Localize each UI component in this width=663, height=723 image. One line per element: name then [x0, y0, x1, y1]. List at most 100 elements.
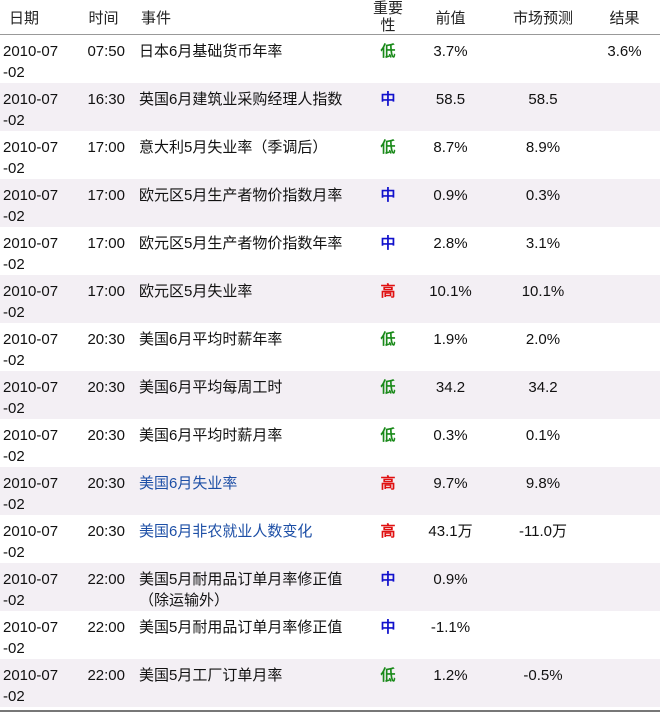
- cell-importance-text: 低: [380, 667, 396, 684]
- cell-time: 22:00: [76, 659, 131, 707]
- cell-event-text: 英国6月建筑业采购经理人指数: [139, 91, 343, 108]
- cell-importance-text: 中: [380, 619, 396, 636]
- cell-event-text: 日本6月基础货币年率: [139, 43, 283, 60]
- cell-importance-text: 低: [380, 139, 396, 156]
- table-row: 2010-07-02 22:00 美国5月耐用品订单月率修正值（除运输外） 中 0.9%: [0, 563, 660, 611]
- cell-time: 20:30: [76, 371, 131, 419]
- cell-date: 2010-07-02: [0, 371, 76, 419]
- cell-result: [589, 179, 660, 227]
- cell-result-text: [589, 83, 660, 89]
- cell-previous: 1.2%: [404, 659, 497, 707]
- cell-forecast-text: 58.5: [528, 91, 558, 108]
- cell-date-text: 2010-07-02: [3, 475, 59, 513]
- cell-date-text: 2010-07-02: [3, 235, 59, 273]
- table-row: 2010-07-02 17:00 意大利5月失业率（季调后） 低 8.7% 8.9%: [0, 131, 660, 179]
- cell-event: 意大利5月失业率（季调后）: [131, 131, 372, 179]
- cell-previous: 9.7%: [404, 467, 497, 515]
- cell-previous: 1.9%: [404, 323, 497, 371]
- cell-result-text: [589, 227, 660, 233]
- cell-date-text: 2010-07-02: [3, 667, 59, 705]
- cell-date: 2010-07-02: [0, 515, 76, 563]
- cell-forecast-text: [497, 563, 589, 569]
- cell-previous-text: 0.9%: [433, 571, 468, 588]
- cell-importance: 低: [372, 323, 404, 371]
- table-row: 2010-07-02 20:30 美国6月失业率高 9.7% 9.8%: [0, 467, 660, 515]
- table-row: 2010-07-02 07:50 日本6月基础货币年率 低 3.7% 3.6%: [0, 35, 660, 84]
- cell-date: 2010-07-02: [0, 179, 76, 227]
- cell-importance: 中: [372, 563, 404, 611]
- economic-calendar-table: 日期 时间 事件 重要性 前值 市场预测 结果 2010-07-02 07:50 日…: [0, 0, 660, 712]
- cell-previous-text: 3.7%: [433, 43, 468, 60]
- cell-event[interactable]: 美国6月非农就业人数变化: [131, 515, 372, 563]
- cell-time-text: 17:00: [87, 187, 125, 204]
- cell-importance-text: 中: [380, 91, 396, 108]
- cell-event: 日本6月基础货币年率: [131, 35, 372, 84]
- header-importance: 重要性: [372, 0, 404, 35]
- cell-previous: 58.5: [404, 83, 497, 131]
- cell-date-text: 2010-07-02: [3, 571, 59, 609]
- cell-time-text: 17:00: [87, 139, 125, 156]
- cell-importance: 中: [372, 227, 404, 275]
- table-row: 2010-07-02 20:30 美国6月平均时薪年率 低 1.9% 2.0%: [0, 323, 660, 371]
- table-body: 2010-07-02 07:50 日本6月基础货币年率低 3.7% 3.6% 2010-0…: [0, 35, 660, 707]
- cell-time: 07:50: [76, 35, 131, 84]
- cell-previous-text: 43.1万: [428, 523, 473, 540]
- cell-previous-text: 10.1%: [429, 283, 472, 300]
- table-row: 2010-07-02 20:30 美国6月非农就业人数变化高 43.1万 -11.0万: [0, 515, 660, 563]
- cell-forecast-text: 34.2: [528, 379, 558, 396]
- cell-importance: 中: [372, 179, 404, 227]
- cell-event-text: 美国5月耐用品订单月率修正值（除运输外）: [139, 571, 343, 609]
- cell-date: 2010-07-02: [0, 467, 76, 515]
- cell-forecast: -0.5%: [497, 659, 589, 707]
- cell-forecast: 9.8%: [497, 467, 589, 515]
- cell-date-text: 2010-07-02: [3, 379, 59, 417]
- cell-previous: 0.3%: [404, 419, 497, 467]
- cell-event-text: 美国5月耐用品订单月率修正值: [139, 619, 343, 636]
- table-row: 2010-07-02 16:30 英国6月建筑业采购经理人指数 中 58.5 58.5: [0, 83, 660, 131]
- cell-importance: 中: [372, 83, 404, 131]
- cell-event[interactable]: 美国6月失业率: [131, 467, 372, 515]
- cell-result: [589, 371, 660, 419]
- cell-event-text: 欧元区5月失业率: [139, 283, 253, 300]
- cell-forecast: 10.1%: [497, 275, 589, 323]
- cell-time-text: 20:30: [87, 331, 125, 348]
- cell-importance-text: 中: [380, 187, 396, 204]
- cell-importance: 高: [372, 515, 404, 563]
- cell-result-text: [589, 131, 660, 137]
- cell-result: [589, 275, 660, 323]
- cell-event-text: 美国6月平均时薪年率: [139, 331, 283, 348]
- cell-importance: 低: [372, 419, 404, 467]
- cell-previous: 8.7%: [404, 131, 497, 179]
- cell-forecast-text: -11.0万: [518, 523, 568, 540]
- cell-time-text: 16:30: [87, 91, 125, 108]
- cell-event-text: 欧元区5月生产者物价指数月率: [139, 187, 343, 204]
- cell-event-text: 欧元区5月生产者物价指数年率: [139, 235, 343, 252]
- cell-forecast: -11.0万: [497, 515, 589, 563]
- cell-time: 17:00: [76, 179, 131, 227]
- cell-forecast: [497, 35, 589, 84]
- cell-result: 3.6%: [589, 35, 660, 84]
- cell-result: [589, 227, 660, 275]
- table-row: 2010-07-02 17:00 欧元区5月生产者物价指数年率 中 2.8% 3.1%: [0, 227, 660, 275]
- cell-date: 2010-07-02: [0, 659, 76, 707]
- cell-result-text: [589, 659, 660, 665]
- cell-importance-text: 低: [380, 379, 396, 396]
- cell-event: 美国5月耐用品订单月率修正值（除运输外）: [131, 563, 372, 611]
- table-header-row: 日期 时间 事件 重要性 前值 市场预测 结果: [0, 0, 660, 35]
- cell-result: [589, 419, 660, 467]
- cell-event-text[interactable]: 美国6月失业率: [131, 467, 372, 494]
- cell-time: 20:30: [76, 515, 131, 563]
- cell-forecast-text: 2.0%: [525, 331, 561, 348]
- cell-previous-text: -1.1%: [430, 619, 471, 636]
- cell-result-text: [589, 467, 660, 473]
- table-row: 2010-07-02 22:00 美国5月工厂订单月率 低 1.2% -0.5%: [0, 659, 660, 707]
- cell-importance-text: 低: [380, 43, 396, 60]
- cell-result-text: [589, 419, 660, 425]
- cell-forecast: 3.1%: [497, 227, 589, 275]
- cell-event-text[interactable]: 美国6月非农就业人数变化: [131, 515, 372, 542]
- cell-forecast-text: [497, 35, 589, 41]
- cell-event: 美国6月平均时薪年率: [131, 323, 372, 371]
- table-row: 2010-07-02 20:30 美国6月平均每周工时 低 34.2 34.2: [0, 371, 660, 419]
- cell-previous-text: 0.3%: [433, 427, 468, 444]
- header-previous: 前值: [404, 0, 497, 35]
